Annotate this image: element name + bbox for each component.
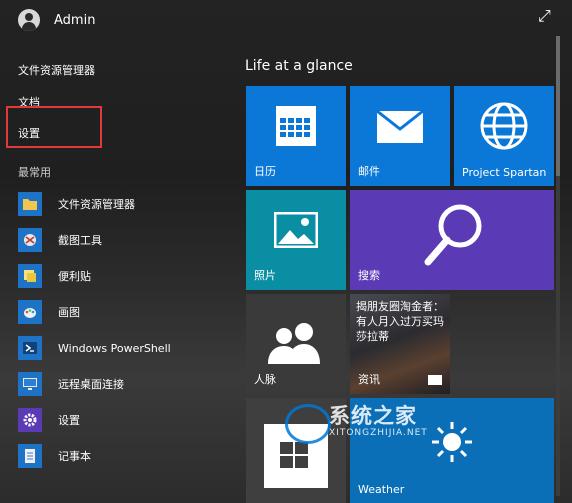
tile-news[interactable]: 揭朋友圈淘金者：有人月入过万买玛莎拉蒂 资讯 bbox=[350, 294, 450, 394]
tile-label: 搜索 bbox=[358, 269, 380, 282]
tile-label: Project Spartan bbox=[462, 166, 547, 179]
most-used-heading: 最常用 bbox=[18, 166, 51, 179]
scrollbar-thumb[interactable] bbox=[556, 36, 560, 176]
watermark: 系统之家 XITONGZHIJIA.NET bbox=[275, 396, 475, 452]
tiles-scrollbar[interactable] bbox=[556, 36, 560, 496]
tile-label: 人脉 bbox=[254, 373, 276, 386]
start-menu: Admin 文件资源管理器 文档 设置 最常用 文件资源管理器 截图工具 便利贴… bbox=[0, 0, 572, 503]
settings-highlight-box bbox=[6, 106, 102, 148]
app-paint[interactable]: 画图 bbox=[18, 294, 232, 330]
tile-label: 日历 bbox=[254, 165, 276, 178]
user-account[interactable]: Admin bbox=[18, 9, 95, 31]
watermark-title: 系统之家 bbox=[329, 404, 417, 428]
search-icon bbox=[424, 204, 482, 266]
app-file-explorer[interactable]: 文件资源管理器 bbox=[18, 186, 232, 222]
most-used-list: 文件资源管理器 截图工具 便利贴 画图 Windows PowerShell 远… bbox=[18, 186, 232, 474]
watermark-logo-icon bbox=[285, 404, 331, 444]
sticky-note-icon bbox=[18, 264, 42, 288]
app-snipping-tool[interactable]: 截图工具 bbox=[18, 222, 232, 258]
photos-icon bbox=[274, 212, 318, 248]
scissors-icon bbox=[18, 228, 42, 252]
app-label: 画图 bbox=[58, 306, 80, 319]
app-label: 远程桌面连接 bbox=[58, 378, 124, 391]
user-name: Admin bbox=[54, 12, 96, 28]
notepad-icon bbox=[18, 444, 42, 468]
app-label: 记事本 bbox=[58, 450, 91, 463]
globe-icon bbox=[480, 102, 528, 150]
tile-project-spartan[interactable]: Project Spartan bbox=[454, 86, 554, 186]
app-remote-desktop[interactable]: 远程桌面连接 bbox=[18, 366, 232, 402]
tile-label: 邮件 bbox=[358, 165, 380, 178]
mail-icon bbox=[376, 110, 424, 143]
app-label: Windows PowerShell bbox=[58, 341, 171, 355]
app-sticky-notes[interactable]: 便利贴 bbox=[18, 258, 232, 294]
tile-label: 资讯 bbox=[358, 373, 380, 386]
gear-icon bbox=[18, 408, 42, 432]
people-icon bbox=[268, 323, 320, 364]
app-label: 截图工具 bbox=[58, 234, 102, 247]
tile-calendar[interactable]: 日历 bbox=[246, 86, 346, 186]
app-label: 便利贴 bbox=[58, 270, 91, 283]
tile-photos[interactable]: 照片 bbox=[246, 190, 346, 290]
tile-mail[interactable]: 邮件 bbox=[350, 86, 450, 186]
tile-search[interactable]: 搜索 bbox=[350, 190, 554, 290]
tile-people[interactable]: 人脉 bbox=[246, 294, 346, 394]
powershell-icon bbox=[18, 336, 42, 360]
calendar-icon bbox=[276, 106, 316, 146]
tile-group-title: Life at a glance bbox=[245, 58, 353, 74]
place-file-explorer[interactable]: 文件资源管理器 bbox=[18, 62, 95, 78]
news-headline: 揭朋友圈淘金者：有人月入过万买玛莎拉蒂 bbox=[356, 300, 444, 343]
tile-label: 照片 bbox=[254, 269, 276, 282]
app-label: 文件资源管理器 bbox=[58, 198, 135, 211]
user-avatar-icon bbox=[18, 9, 40, 31]
app-notepad[interactable]: 记事本 bbox=[18, 438, 232, 474]
app-label: 设置 bbox=[58, 414, 80, 427]
remote-desktop-icon bbox=[18, 372, 42, 396]
start-left-pane: Admin 文件资源管理器 文档 设置 最常用 文件资源管理器 截图工具 便利贴… bbox=[0, 0, 232, 503]
folder-icon bbox=[18, 192, 42, 216]
tile-label: Weather bbox=[358, 483, 405, 496]
app-settings[interactable]: 设置 bbox=[18, 402, 232, 438]
watermark-url: XITONGZHIJIA.NET bbox=[329, 428, 428, 438]
news-badge-icon bbox=[428, 375, 442, 385]
app-powershell[interactable]: Windows PowerShell bbox=[18, 330, 232, 366]
paint-palette-icon bbox=[18, 300, 42, 324]
expand-icon[interactable]: ⤢ bbox=[538, 6, 551, 26]
